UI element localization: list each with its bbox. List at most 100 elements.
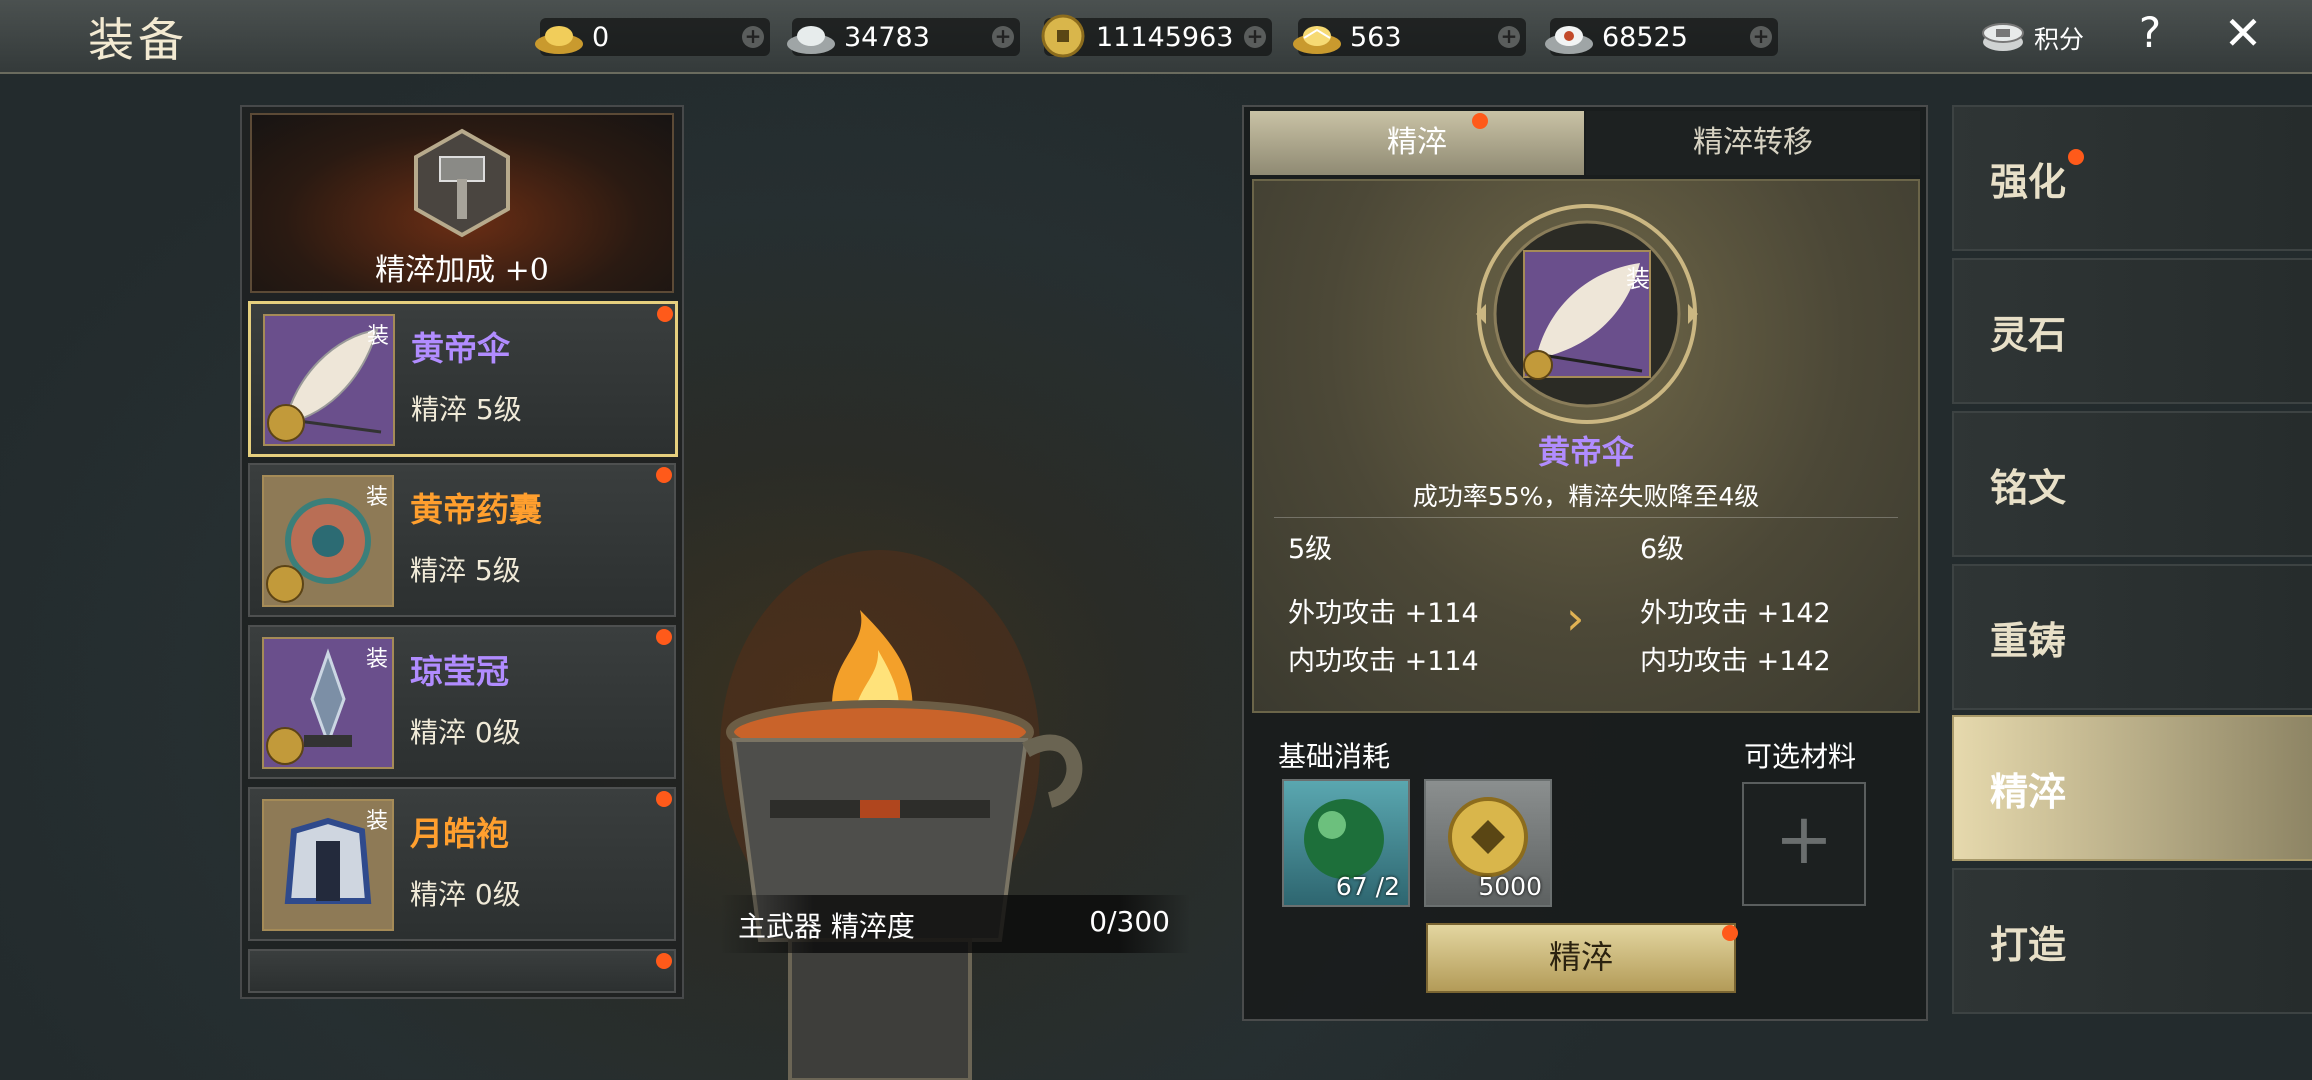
- add-bound-silver-button[interactable]: +: [1750, 26, 1772, 48]
- silver-ingot-icon: [787, 26, 835, 54]
- equipment-item[interactable]: 装 黄帝伞 精淬 5级: [248, 301, 678, 457]
- currency-coin: 11145963 +: [1041, 14, 1272, 58]
- next-stat: 外功攻击 +142: [1640, 598, 1831, 629]
- add-coin-button[interactable]: +: [1244, 26, 1266, 48]
- next-stat: 内功攻击 +142: [1640, 646, 1831, 677]
- menu-label: 强化: [1990, 159, 2067, 204]
- current-stat: 内功攻击 +114: [1288, 646, 1479, 677]
- equipped-tag: 装: [366, 324, 389, 349]
- equipment-item[interactable]: 装 月皓袍 精淬 0级: [248, 787, 676, 941]
- add-silver-button[interactable]: +: [992, 26, 1014, 48]
- equipment-level: 精淬 5级: [411, 393, 522, 426]
- notify-dot: [657, 306, 673, 322]
- menu-inscription[interactable]: 铭文: [1952, 411, 2312, 557]
- progress-label: 主武器 精淬度: [738, 910, 915, 943]
- equipment-level: 精淬 0级: [410, 716, 521, 749]
- add-gold-button[interactable]: +: [742, 26, 764, 48]
- equipment-name: 月皓袍: [410, 814, 509, 853]
- material-slot[interactable]: 5000: [1424, 779, 1552, 907]
- currency-bound-silver-value: 68525: [1602, 22, 1688, 53]
- copper-coin-icon: [1041, 14, 1085, 58]
- page-title: 装备: [88, 13, 188, 67]
- notify-dot: [1722, 925, 1738, 941]
- material-slot[interactable]: 67 /2: [1282, 779, 1410, 907]
- notify-dot: [2068, 149, 2084, 165]
- equipment-detail: 装 黄帝伞 成功率55%，精淬失败降至4级 5级 6级 外功攻击 +114 内功…: [1252, 179, 1920, 713]
- equipment-level: 精淬 5级: [410, 554, 521, 587]
- currency-gold-value: 0: [592, 22, 610, 53]
- menu-label: 打造: [1990, 922, 2067, 967]
- material-count: 67 /2: [1335, 872, 1400, 901]
- eye-badge-icon: [267, 404, 305, 442]
- current-level: 5级: [1288, 534, 1333, 565]
- score-icon: [1982, 23, 2024, 51]
- umbrella-item-icon: 装: [263, 314, 395, 446]
- score-button[interactable]: 积分: [1980, 14, 2100, 58]
- optional-material-label: 可选材料: [1744, 740, 1857, 773]
- close-button[interactable]: ✕: [2218, 6, 2268, 62]
- currency-bound-gold: 563 +: [1293, 18, 1526, 56]
- silver-ingot-bound-icon: [1545, 26, 1593, 54]
- menu-label: 灵石: [1990, 312, 2067, 357]
- base-cost-label: 基础消耗: [1278, 740, 1391, 773]
- equipped-tag: 装: [365, 485, 388, 510]
- top-bar: 装备 0 + 34783 + 11145963 + 563 + 68525 + …: [0, 0, 2312, 74]
- currency-coin-value: 11145963: [1096, 22, 1234, 53]
- equipped-tag: 装: [365, 647, 388, 672]
- equipped-tag: 装: [365, 809, 388, 834]
- refine-button[interactable]: 精淬: [1426, 923, 1736, 993]
- menu-spirit-stone[interactable]: 灵石: [1952, 258, 2312, 404]
- current-stat: 外功攻击 +114: [1288, 598, 1479, 629]
- sword-badge-icon: [266, 727, 304, 765]
- divider: [1274, 517, 1898, 518]
- menu-label: 重铸: [1990, 618, 2067, 663]
- material-count: 5000: [1478, 872, 1542, 901]
- plus-icon: +: [1774, 798, 1834, 880]
- eye-badge-icon: [266, 565, 304, 603]
- add-bound-gold-button[interactable]: +: [1498, 26, 1520, 48]
- gold-ingot-bound-icon: [1293, 26, 1341, 54]
- equipped-tag: 装: [1626, 265, 1650, 293]
- tab-refine-transfer[interactable]: 精淬转移: [1586, 111, 1920, 175]
- currency-silver: 34783 +: [787, 18, 1020, 56]
- menu-strengthen[interactable]: 强化: [1952, 105, 2312, 251]
- robe-item-icon: 装: [262, 799, 394, 931]
- crown-item-icon: 装: [262, 637, 394, 769]
- next-level: 6级: [1640, 534, 1685, 565]
- menu-recast[interactable]: 重铸: [1952, 564, 2312, 710]
- help-button[interactable]: ?: [2130, 8, 2170, 64]
- optional-material-slot[interactable]: +: [1742, 782, 1866, 906]
- refine-progress-bar: 主武器 精淬度 0/300: [720, 895, 1190, 953]
- equipment-item-partial[interactable]: [248, 949, 676, 993]
- equipment-item[interactable]: 装 琼莹冠 精淬 0级: [248, 625, 676, 779]
- success-rate: 成功率55%，精淬失败降至4级: [1412, 482, 1760, 511]
- notify-dot: [1472, 113, 1488, 129]
- cauldron-illustration: [720, 550, 1083, 1080]
- currency-silver-value: 34783: [844, 22, 930, 53]
- equipment-name: 黄帝伞: [1537, 433, 1634, 471]
- refine-panel: 精淬 精淬转移 装 黄帝伞 成功率55%，精淬失败降至4级 5级 6级 外功攻击…: [1242, 105, 1928, 1021]
- currency-gold: 0 +: [535, 18, 770, 56]
- hammer-emblem-icon: [414, 128, 510, 238]
- refine-bonus-panel: 精淬加成 +0: [250, 113, 674, 293]
- equipment-name: 黄帝伞: [411, 329, 510, 368]
- menu-refine[interactable]: 精淬: [1952, 715, 2312, 861]
- equipment-name: 黄帝药囊: [410, 490, 542, 529]
- equipment-frame: [1476, 204, 1698, 424]
- equipment-list: 精淬加成 +0 装 黄帝伞 精淬 5级 装 黄帝药囊 精淬 5级 装 琼莹冠 精…: [240, 105, 684, 999]
- pouch-item-icon: 装: [262, 475, 394, 607]
- equipment-name: 琼莹冠: [410, 652, 509, 691]
- refine-bonus-label: 精淬加成 +0: [375, 253, 549, 288]
- tab-refine[interactable]: 精淬: [1250, 111, 1584, 175]
- menu-forge[interactable]: 打造: [1952, 868, 2312, 1014]
- progress-value: 0/300: [1089, 905, 1170, 938]
- menu-label: 精淬: [1990, 769, 2067, 814]
- equipment-level: 精淬 0级: [410, 878, 521, 911]
- arrow-right-icon: ›: [1566, 591, 1585, 645]
- equipment-item[interactable]: 装 黄帝药囊 精淬 5级: [248, 463, 676, 617]
- menu-label: 铭文: [1990, 465, 2067, 510]
- currency-bound-gold-value: 563: [1350, 22, 1402, 53]
- gold-ingot-icon: [535, 26, 583, 54]
- score-label: 积分: [2034, 25, 2085, 54]
- notify-dot: [656, 467, 672, 483]
